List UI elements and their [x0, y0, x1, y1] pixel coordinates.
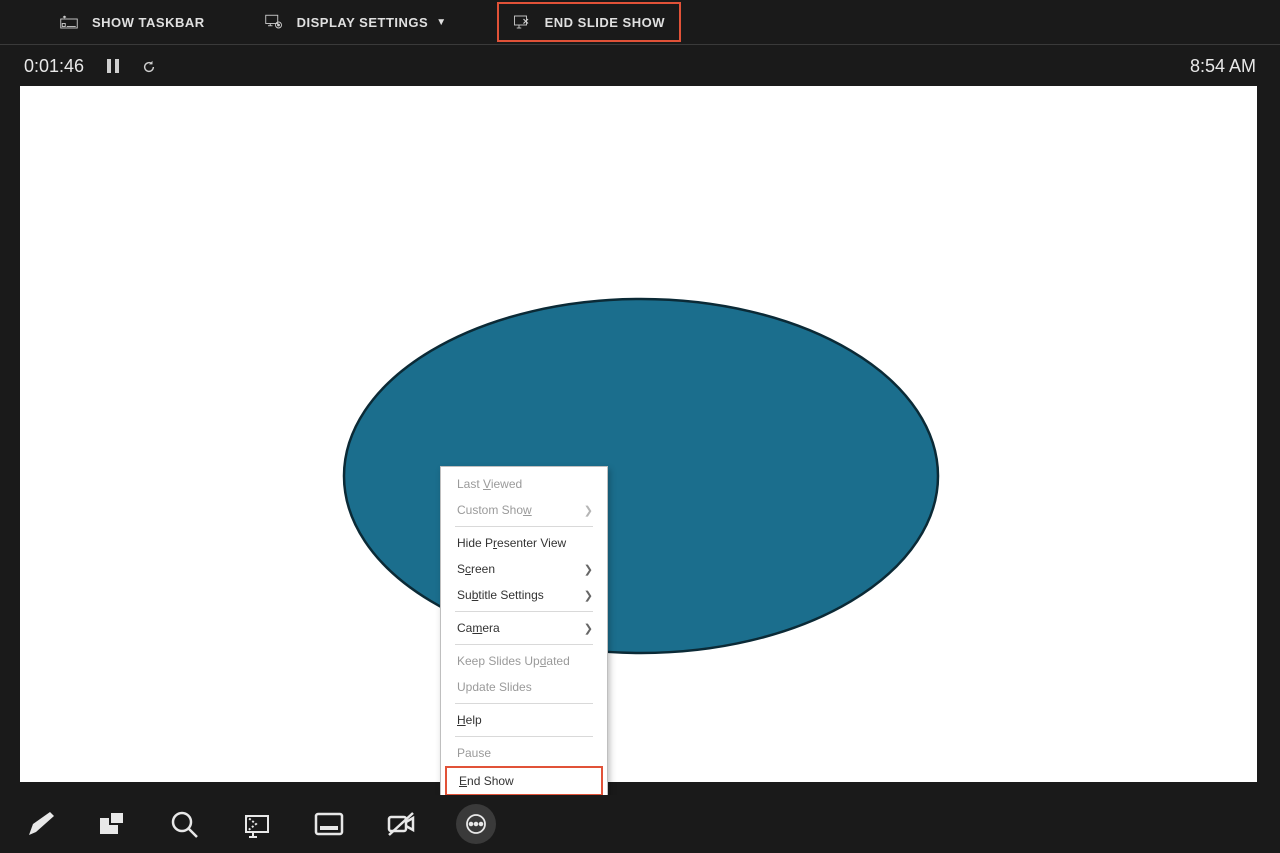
more-options-button[interactable]	[456, 804, 496, 844]
display-settings-label: DISPLAY SETTINGS	[297, 15, 429, 30]
camera-off-tool[interactable]	[384, 807, 418, 841]
display-settings-icon	[265, 14, 283, 30]
pause-icon[interactable]	[106, 58, 120, 74]
display-settings-button[interactable]: DISPLAY SETTINGS ▼	[255, 6, 457, 38]
menu-last-viewed: Last Viewed	[441, 471, 607, 497]
menu-keep-slides-updated: Keep Slides Updated	[441, 648, 607, 674]
end-slide-show-button[interactable]: END SLIDE SHOW	[497, 2, 681, 42]
taskbar-icon	[60, 14, 78, 30]
context-menu: Last Viewed Custom Show ❯ Hide Presenter…	[440, 466, 608, 801]
menu-end-show[interactable]: End Show	[445, 766, 603, 796]
top-toolbar: SHOW TASKBAR DISPLAY SETTINGS ▼ END SLID…	[0, 0, 1280, 45]
menu-divider	[455, 526, 593, 527]
menu-hide-presenter-view[interactable]: Hide Presenter View	[441, 530, 607, 556]
bottom-toolbar	[0, 795, 1280, 853]
end-slide-show-label: END SLIDE SHOW	[545, 15, 665, 30]
laser-tool[interactable]	[240, 807, 274, 841]
timer-bar: 0:01:46 8:54 AM	[0, 49, 1280, 83]
menu-divider	[455, 611, 593, 612]
show-taskbar-button[interactable]: SHOW TASKBAR	[50, 6, 215, 38]
menu-subtitle-settings[interactable]: Subtitle Settings ❯	[441, 582, 607, 608]
show-taskbar-label: SHOW TASKBAR	[92, 15, 205, 30]
chevron-right-icon: ❯	[584, 504, 593, 517]
restart-icon[interactable]	[142, 58, 156, 74]
zoom-tool[interactable]	[168, 807, 202, 841]
menu-divider	[455, 644, 593, 645]
menu-divider	[455, 703, 593, 704]
slide-canvas	[20, 86, 1257, 782]
menu-update-slides: Update Slides	[441, 674, 607, 700]
menu-camera[interactable]: Camera ❯	[441, 615, 607, 641]
chevron-right-icon: ❯	[584, 563, 593, 576]
elapsed-time: 0:01:46	[24, 56, 84, 77]
menu-screen[interactable]: Screen ❯	[441, 556, 607, 582]
chevron-down-icon: ▼	[436, 17, 446, 28]
menu-divider	[455, 736, 593, 737]
menu-pause: Pause	[441, 740, 607, 766]
slide-shape-ellipse	[344, 299, 938, 653]
clock-time: 8:54 AM	[1190, 56, 1256, 77]
pen-tool[interactable]	[24, 807, 58, 841]
menu-help[interactable]: Help	[441, 707, 607, 733]
subtitles-tool[interactable]	[312, 807, 346, 841]
menu-custom-show: Custom Show ❯	[441, 497, 607, 523]
end-show-icon	[513, 14, 531, 30]
layout-tool[interactable]	[96, 807, 130, 841]
chevron-right-icon: ❯	[584, 589, 593, 602]
chevron-right-icon: ❯	[584, 622, 593, 635]
